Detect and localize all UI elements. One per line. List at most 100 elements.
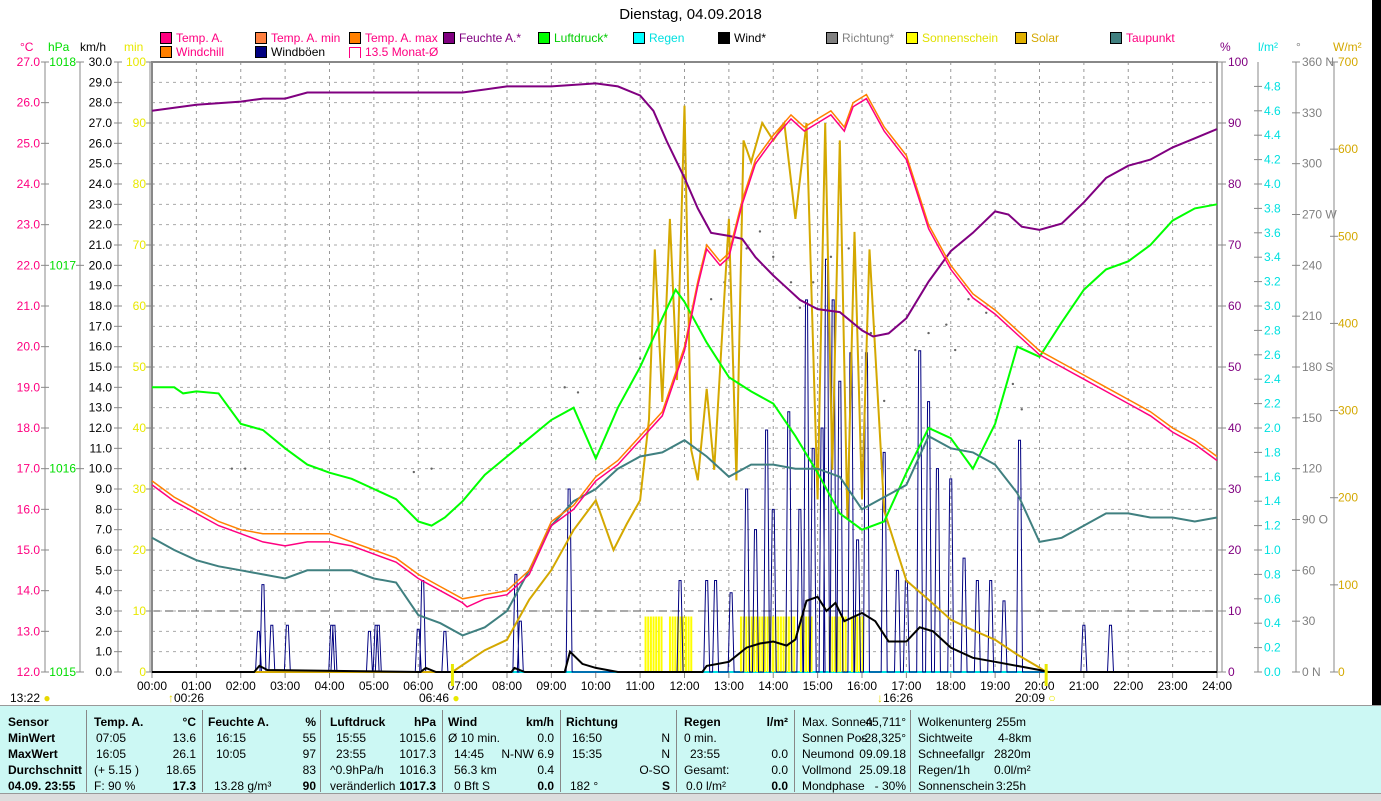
axis-tick-label: 26.0 [89,136,113,150]
axis-tick-label: 16.0 [89,340,113,354]
sunshine-bar [644,616,647,672]
direction-point [430,467,433,470]
axis-tick-label: 20 [133,543,147,557]
rain-max-time: 23:55 [690,747,721,761]
axis-tick-label: 4.4 [1264,128,1281,142]
hum-avg-value: 83 [302,763,316,777]
axis-tick-label: 25.0 [89,157,113,171]
axis-tick-label: 3.4 [1264,250,1281,264]
axis-tick-label: 27.0 [17,55,41,69]
x-tick-label: 03:00 [270,679,300,693]
axis-tick-label: 29.0 [89,75,113,89]
x-tick-label: 10:00 [581,679,611,693]
dir-current-degrees: 182 ° [570,779,599,793]
sunshine-bar [771,616,774,672]
axis-tick-label: 2.8 [1264,323,1281,337]
axis-tick-label: 28.0 [89,96,113,110]
axis-tick-label: 6.0 [95,543,112,557]
x-tick-label: 12:00 [669,679,699,693]
sunshine-bar [687,616,690,672]
direction-point [945,323,948,326]
sunshine-bar [745,616,748,672]
axis-tick-label: 19.0 [17,380,41,394]
dir-avg-value: O-SO [639,763,670,777]
sunshine-bar [844,616,847,672]
axis-tick-label: 20 [1228,543,1242,557]
axis-tick-label: 240 [1302,258,1322,272]
axis-tick-label: 60 [1302,563,1316,577]
astro-label: Sonnen Pos [802,731,868,745]
col-sensor: Sensor MinWert MaxWert Durchschnitt 04.0… [0,710,87,793]
misc-label: Sonnenschein [918,779,995,793]
axis-tick-label: 4.2 [1264,153,1281,167]
x-tick-label: 09:00 [536,679,566,693]
rain-total-label: Gesamt: [684,763,730,777]
axis-tick-label: 0.2 [1264,641,1281,655]
axis-tick-label: 1.8 [1264,445,1281,459]
direction-point [914,348,917,352]
direction-point [772,255,775,259]
sunshine-bar [793,616,796,672]
sunshine-bar [684,616,687,672]
axis-tick-label: 17.0 [89,319,113,333]
hum-max-time: 10:05 [216,747,247,761]
press-max-value: 1017.3 [399,747,436,761]
axis-tick-label: 24.0 [17,177,41,191]
header-rain: Regen [684,715,721,729]
col-astro: Max. Sonnen 45,711° Sonnen Pos -28,325° Ne… [794,710,911,793]
hum-max-value: 97 [302,747,316,761]
col-temp: Temp. A. °C 07:05 13.6 16:05 26.1 (+ 5.1… [86,710,203,793]
header-temp-unit: °C [182,715,196,729]
astro-value: 45,711° [865,715,906,729]
dir-max-value: N [661,747,670,761]
direction-point [563,386,566,389]
header-wind-unit: km/h [525,715,554,729]
direction-point [243,467,247,470]
header-temp: Temp. A. [94,715,144,729]
misc-value: 0.0l/m² [994,763,1031,777]
direction-point [758,230,762,233]
sunshine-bar [850,616,853,672]
axis-tick-label: 0.0 [1264,665,1281,679]
axis-tick-label: 0.4 [1264,616,1281,630]
axis-tick-label: 10 [1228,604,1242,618]
axis-tick-label: 4.0 [1264,177,1281,191]
axis-tick-label: 24.0 [89,177,113,191]
sunshine-bar [671,616,674,672]
sunshine-bar [831,616,834,672]
axis-tick-label: 1.6 [1264,470,1281,484]
direction-point [953,348,957,352]
header-direction: Richtung [566,715,618,729]
direction-point [638,357,642,360]
axis-tick-label: 100 [1338,578,1358,592]
misc-label: Sichtweite [918,731,973,745]
axis-tick-label: 270 W [1302,208,1337,222]
sunshine-bar [647,616,650,672]
misc-label: Regen/1h [918,763,971,777]
temp-min-time: 07:05 [96,731,127,745]
misc-label: Wolkenunterg [918,715,992,729]
col-direction: Richtung 16:50 N 15:35 N O-SO 182 ° S [560,710,677,793]
sunrise-marker: 06:46 ● [419,691,460,705]
axis-tick-label: 10.0 [89,462,113,476]
sunshine-bar [679,616,682,672]
axis-tick-label: 1015 [49,665,76,679]
dir-current-value: S [661,779,670,793]
axis-tick-label: 5.0 [95,563,112,577]
dir-min-time: 16:50 [572,731,603,745]
x-tick-label: 08:00 [492,679,522,693]
window-edge [1372,0,1381,705]
x-tick-label: 22:00 [1113,679,1143,693]
header-pressure: Luftdruck [330,715,386,729]
sunshine-bar [690,616,693,672]
moonrise-marker: ↓16:26 [877,691,913,705]
axis-tick-label: 1.0 [1264,543,1281,557]
rain-max-value: 0.0 [771,747,788,761]
axis-tick-label: 21.0 [17,299,41,313]
axis-tick-label: 50 [133,360,147,374]
axis-tick-label: 1.0 [95,645,112,659]
axis-tick-label: 50 [1228,360,1242,374]
sunshine-bar [649,616,652,672]
hum-current-value: 90 [302,779,316,793]
axis-tick-label: 22.0 [17,258,41,272]
